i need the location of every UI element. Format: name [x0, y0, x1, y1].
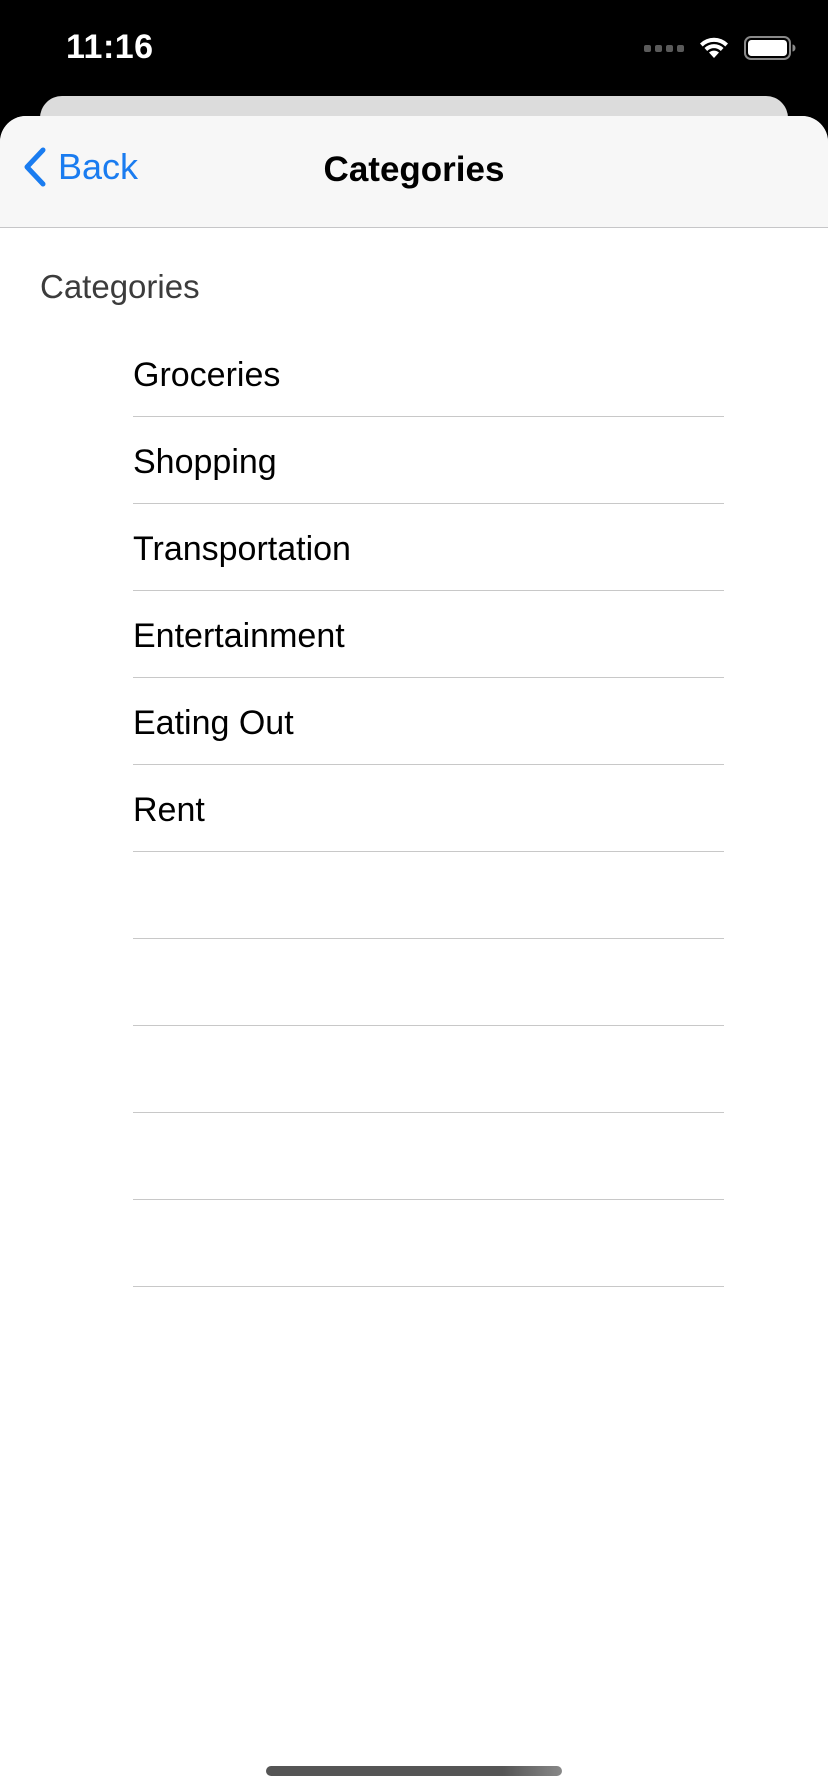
list-item[interactable]: Entertainment [133, 591, 724, 678]
signal-icon [644, 44, 684, 52]
wifi-icon [698, 36, 730, 60]
home-indicator[interactable] [266, 1766, 562, 1776]
list-item-label: Rent [133, 790, 205, 829]
list-item[interactable]: Eating Out [133, 678, 724, 765]
page-title: Categories [323, 150, 505, 189]
status-icons [644, 36, 796, 60]
categories-sheet: Back Categories Categories Groceries Sho… [0, 116, 828, 1792]
empty-list-item [133, 1113, 724, 1200]
section-header: Categories [40, 268, 200, 305]
empty-list-item [133, 939, 724, 1026]
status-bar: 11:16 [0, 0, 828, 96]
empty-list-item [133, 1026, 724, 1113]
categories-list: Groceries Shopping Transportation Entert… [133, 330, 724, 1287]
list-item-label: Shopping [133, 442, 277, 481]
list-item[interactable]: Rent [133, 765, 724, 852]
screen: 11:16 Back Categories Categories Groceri… [0, 0, 828, 1792]
navigation-bar: Back Categories [0, 116, 828, 228]
empty-list-item [133, 852, 724, 939]
list-item[interactable]: Transportation [133, 504, 724, 591]
list-item-label: Entertainment [133, 616, 345, 655]
list-item[interactable]: Groceries [133, 330, 724, 417]
list-item-label: Transportation [133, 529, 351, 568]
battery-icon [744, 36, 796, 60]
empty-list-item [133, 1200, 724, 1287]
list-item[interactable]: Shopping [133, 417, 724, 504]
list-item-label: Groceries [133, 355, 281, 394]
list-item-label: Eating Out [133, 703, 294, 742]
status-time: 11:16 [66, 28, 154, 66]
